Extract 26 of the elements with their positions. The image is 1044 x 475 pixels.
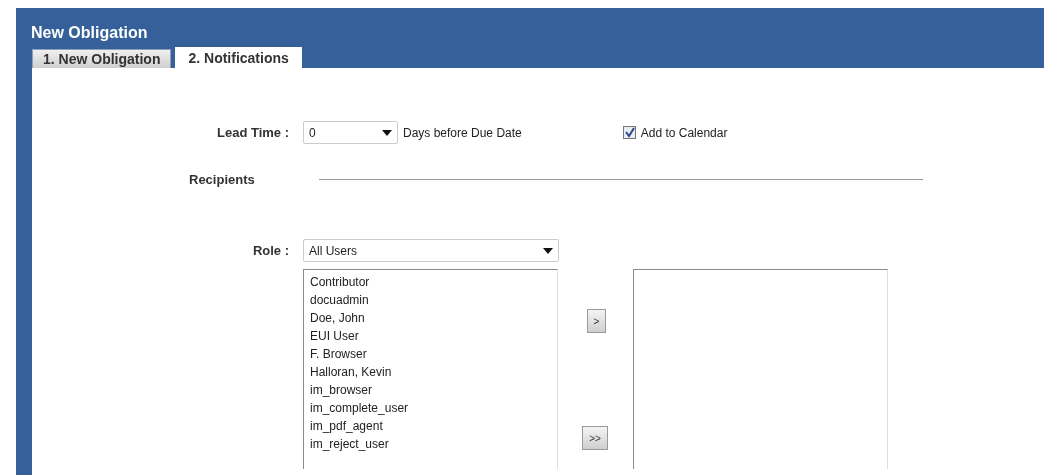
list-item[interactable]: im_browser (304, 381, 372, 399)
list-item[interactable]: im_complete_user (304, 399, 409, 417)
tab[interactable]: 2. Notifications (175, 47, 302, 68)
unit-label: Days before Due Date (403, 125, 522, 140)
list-item[interactable]: EUI User (304, 327, 359, 345)
section-heading: Recipients (188, 172, 256, 187)
list-item[interactable]: Contributor (304, 273, 370, 291)
field-label: Role : (251, 243, 289, 258)
window-title: New Obligation (30, 23, 148, 43)
field-label: Lead Time : (216, 125, 289, 140)
list-item[interactable]: im_pdf_agent (304, 417, 383, 435)
list-box[interactable]: Contributor docuadmin Doe, John EUI User F. Browser Halloran, Kevin im_browser im_complete_user im_pdf_agent im_reject_user (303, 269, 558, 469)
list-item[interactable]: F. Browser (304, 345, 367, 363)
list-item[interactable]: im_reject_user (304, 435, 389, 453)
list-item[interactable]: docuadmin (304, 291, 369, 309)
tab[interactable]: 1. New Obligation (32, 49, 172, 68)
move-button[interactable]: > (587, 309, 606, 333)
checkbox-label: Add to Calendar (640, 125, 728, 140)
list-item[interactable]: Halloran, Kevin (304, 363, 392, 381)
move-button[interactable]: >> (582, 426, 608, 450)
list-item[interactable]: Doe, John (304, 309, 365, 327)
caret-icon (382, 129, 392, 136)
caret-icon (543, 247, 553, 254)
checkbox[interactable] (622, 126, 636, 139)
role-dropdown[interactable]: All Users (303, 239, 559, 262)
lead-time-dropdown[interactable]: 0 (303, 121, 398, 144)
